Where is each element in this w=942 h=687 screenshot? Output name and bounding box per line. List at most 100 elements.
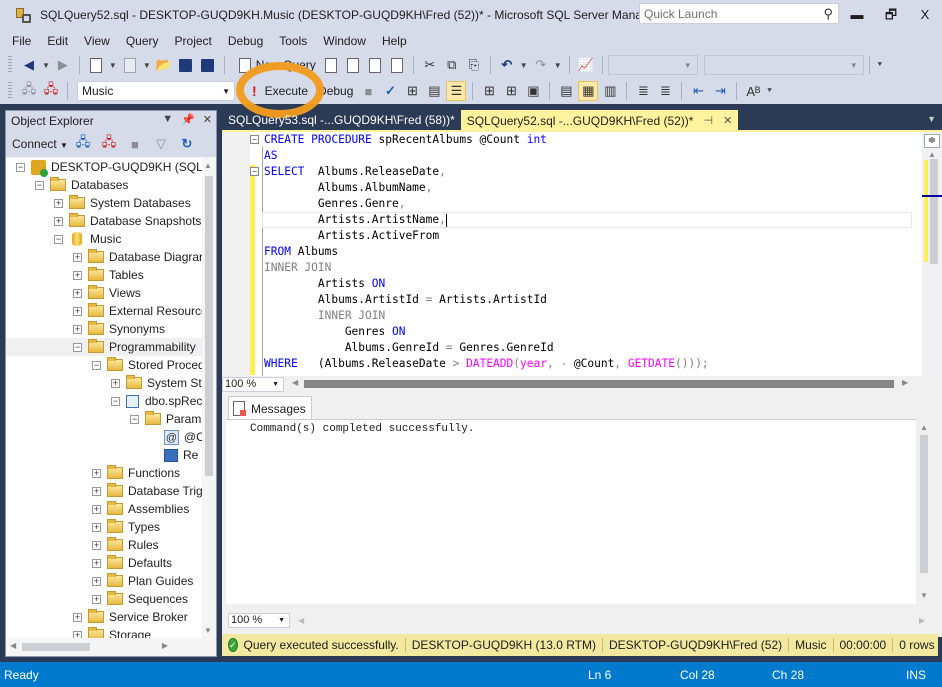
collapse-icon[interactable]: − bbox=[16, 162, 25, 172]
available-databases-select[interactable]: Music ▼ bbox=[77, 81, 235, 101]
back-icon[interactable]: ◀ bbox=[19, 55, 39, 75]
results-zoom-select[interactable]: 100 % ▼ bbox=[228, 612, 290, 628]
expand-icon[interactable]: + bbox=[73, 630, 82, 638]
expand-icon[interactable]: + bbox=[73, 612, 82, 622]
tree-item[interactable]: + Sequences bbox=[6, 590, 202, 608]
toolbar-overflow-icon[interactable]: ⯆ bbox=[766, 86, 772, 96]
scroll-left-icon[interactable]: ◀ bbox=[10, 641, 16, 650]
code-line[interactable]: Genres ON bbox=[258, 324, 918, 340]
tree-item[interactable]: − Music bbox=[6, 230, 202, 248]
client-statistics-icon[interactable]: ▣ bbox=[523, 81, 543, 101]
split-window-icon[interactable]: ≑ bbox=[924, 134, 940, 148]
execute-button[interactable]: ! Execute bbox=[246, 83, 314, 99]
expand-icon[interactable]: + bbox=[73, 252, 82, 262]
disconnect-icon[interactable]: 🖧 bbox=[41, 81, 61, 101]
quick-launch-input[interactable]: Quick Launch ⚲ bbox=[639, 3, 839, 24]
save-icon[interactable] bbox=[176, 55, 196, 75]
expand-icon[interactable]: + bbox=[92, 540, 101, 550]
menu-tools[interactable]: Tools bbox=[271, 34, 315, 48]
tree-item[interactable]: + Plan Guides bbox=[6, 572, 202, 590]
collapse-icon[interactable]: − bbox=[92, 360, 101, 370]
menu-file[interactable]: File bbox=[4, 34, 39, 48]
code-line[interactable]: FROM Albums bbox=[258, 244, 918, 260]
expand-icon[interactable]: + bbox=[92, 522, 101, 532]
scroll-up-icon[interactable]: ▲ bbox=[204, 161, 212, 170]
tree-item[interactable]: + Database Diagrar bbox=[6, 248, 202, 266]
cut-icon[interactable]: ✂ bbox=[420, 55, 440, 75]
tree-item[interactable]: + Tables bbox=[6, 266, 202, 284]
add-item-icon[interactable] bbox=[120, 55, 140, 75]
specify-template-values-icon[interactable]: Aᴮ bbox=[743, 81, 763, 101]
expand-icon[interactable]: + bbox=[54, 198, 63, 208]
intellisense-enabled-icon[interactable]: ☰ bbox=[446, 81, 467, 101]
tree-item[interactable]: + Service Broker bbox=[6, 608, 202, 626]
disconnect-server-icon[interactable]: 🖧 bbox=[99, 134, 119, 154]
sql-editor[interactable]: − CREATE PROCEDURE spRecentAlbums @Count … bbox=[222, 130, 942, 378]
tree-item[interactable]: − dbo.spRec bbox=[6, 392, 202, 410]
expand-icon[interactable]: + bbox=[92, 558, 101, 568]
code-line[interactable]: Artists.ArtistName, bbox=[262, 212, 912, 228]
solution-configurations-combo[interactable]: ▼ bbox=[607, 55, 698, 75]
redo-dropdown-icon[interactable]: ▼ bbox=[554, 61, 562, 70]
results-to-grid-icon[interactable]: ▦ bbox=[578, 81, 599, 101]
collapse-icon[interactable]: − bbox=[111, 396, 120, 406]
code-line[interactable]: WHERE (Albums.ReleaseDate > DATEADD(year… bbox=[258, 356, 918, 372]
tab-sqlquery52[interactable]: SQLQuery52.sql -...GUQD9KH\Fred (52))* ⊣… bbox=[460, 110, 739, 130]
expand-icon[interactable]: + bbox=[54, 216, 63, 226]
tree-item[interactable]: − DESKTOP-GUQD9KH (SQL S bbox=[6, 158, 202, 177]
messages-vertical-scrollbar[interactable]: ▲ ▼ bbox=[916, 419, 932, 604]
menu-query[interactable]: Query bbox=[118, 34, 167, 48]
editor-vertical-scrollbar[interactable]: ≑ ▲ bbox=[922, 132, 942, 378]
expand-icon[interactable]: + bbox=[92, 504, 101, 514]
tree-item[interactable]: + Functions bbox=[6, 464, 202, 482]
close-icon[interactable]: ✕ bbox=[203, 113, 212, 126]
expand-icon[interactable]: + bbox=[73, 270, 82, 280]
tree-item[interactable]: + Views bbox=[6, 284, 202, 302]
code-line[interactable]: INNER JOIN bbox=[258, 260, 918, 276]
code-line[interactable]: Genres.Genre, bbox=[258, 196, 918, 212]
scroll-thumb[interactable] bbox=[930, 159, 938, 264]
scroll-right-icon[interactable]: ▶ bbox=[919, 616, 925, 625]
tree-item[interactable]: + Types bbox=[6, 518, 202, 536]
cancel-query-icon[interactable]: ■ bbox=[358, 81, 378, 101]
analysis-mdx-query-icon[interactable] bbox=[343, 55, 363, 75]
add-item-dropdown-icon[interactable]: ▼ bbox=[143, 61, 151, 70]
menu-view[interactable]: View bbox=[76, 34, 118, 48]
menu-project[interactable]: Project bbox=[167, 34, 220, 48]
tree-item[interactable]: @ @C bbox=[6, 428, 202, 446]
scroll-down-icon[interactable]: ▼ bbox=[920, 591, 928, 600]
code-line[interactable]: Artists.ActiveFrom bbox=[258, 228, 918, 244]
tree-item[interactable]: + Database Snapshots bbox=[6, 212, 202, 230]
toolbar-grip[interactable] bbox=[8, 82, 12, 100]
results-to-file-icon[interactable]: ▥ bbox=[600, 81, 620, 101]
undo-icon[interactable]: ↶ bbox=[497, 55, 517, 75]
panel-menu-icon[interactable]: ▼ bbox=[162, 113, 173, 126]
code-line[interactable]: Albums.GenreId = Genres.GenreId bbox=[258, 340, 918, 356]
results-to-text-icon[interactable]: ▤ bbox=[556, 81, 576, 101]
tree-item[interactable]: − Programmability bbox=[6, 338, 202, 356]
save-all-icon[interactable] bbox=[198, 55, 218, 75]
tree-item[interactable]: + Assemblies bbox=[6, 500, 202, 518]
display-estimated-plan-icon[interactable]: ⊞ bbox=[402, 81, 422, 101]
horizontal-scroll-thumb[interactable] bbox=[304, 380, 894, 388]
code-line[interactable]: AS bbox=[258, 148, 918, 164]
scroll-up-icon[interactable]: ▲ bbox=[920, 423, 928, 432]
decrease-indent-icon[interactable]: ⇤ bbox=[688, 81, 708, 101]
tree-item[interactable]: Re bbox=[6, 446, 202, 464]
close-tab-icon[interactable]: ✕ bbox=[723, 114, 732, 127]
tab-sqlquery53[interactable]: SQLQuery53.sql -...GUQD9KH\Fred (58))* bbox=[222, 110, 461, 130]
increase-indent-icon[interactable]: ⇥ bbox=[710, 81, 730, 101]
database-engine-query-icon[interactable] bbox=[321, 55, 341, 75]
expand-icon[interactable]: + bbox=[73, 324, 82, 334]
code-line[interactable]: Artists ON bbox=[258, 276, 918, 292]
parse-icon[interactable]: ✓ bbox=[380, 81, 400, 101]
open-file-icon[interactable]: 📂 bbox=[154, 55, 174, 75]
tree-item[interactable]: + Storage bbox=[6, 626, 202, 638]
menu-help[interactable]: Help bbox=[374, 34, 415, 48]
tree-item[interactable]: + System Databases bbox=[6, 194, 202, 212]
paste-icon[interactable]: ⎘ bbox=[464, 55, 484, 75]
scroll-left-icon[interactable]: ◀ bbox=[298, 616, 304, 625]
refresh-icon[interactable]: ↻ bbox=[177, 134, 197, 154]
menu-edit[interactable]: Edit bbox=[39, 34, 76, 48]
activity-monitor-icon[interactable]: 📈 bbox=[576, 55, 596, 75]
